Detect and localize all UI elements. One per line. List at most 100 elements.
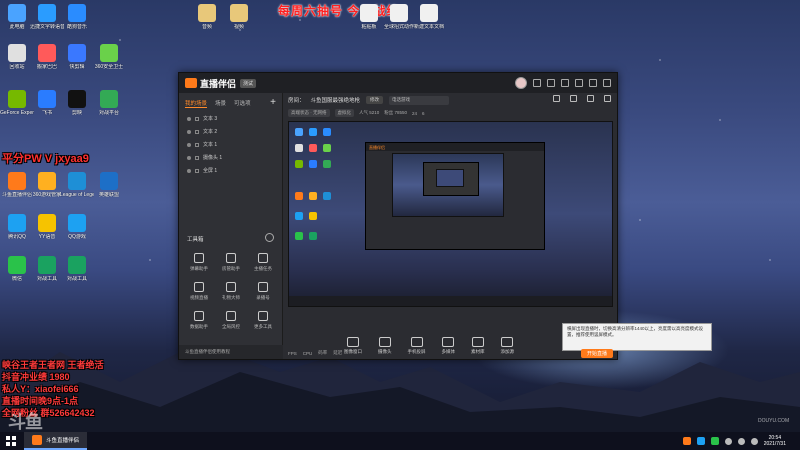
tray-app-icon[interactable] xyxy=(710,437,719,445)
tool-recording[interactable]: 录播号 xyxy=(247,282,279,301)
tray-app-icon[interactable] xyxy=(682,437,691,445)
desktop-icon-geforce[interactable]: GeForce Experience xyxy=(0,90,34,116)
layer-item[interactable]: 全屏 1 xyxy=(179,164,282,177)
desktop-icon-duizhan[interactable]: 对战平台 xyxy=(92,90,126,116)
desktop-icon-jianying[interactable]: 剪映 xyxy=(60,90,94,116)
gift-icon[interactable] xyxy=(570,95,577,102)
minimize-icon[interactable] xyxy=(575,79,583,87)
close-icon[interactable] xyxy=(603,79,611,87)
tool-room-admin[interactable]: 房管助手 xyxy=(215,253,247,272)
desktop-icon-league[interactable]: League of Legends xyxy=(60,172,94,198)
tray-app-icon[interactable] xyxy=(696,437,705,445)
main-panel: 房间： 斗鱼国服最强绝地枪 修改 电话游戏 高端状态 · 无网络 虚拟化 人气 … xyxy=(284,93,712,359)
avatar[interactable] xyxy=(515,77,527,89)
eye-icon[interactable] xyxy=(187,116,191,121)
tab-options[interactable]: 可选项 xyxy=(234,99,251,108)
app-titlebar[interactable]: 直播伴侣 测试 xyxy=(179,73,617,93)
desktop-icon-wechat[interactable]: 微信 xyxy=(0,256,34,282)
tool-more[interactable]: 更多工具 xyxy=(247,311,279,330)
desktop-icon-qq-game[interactable]: QQ游戏 xyxy=(60,214,94,240)
start-live-button[interactable]: 开始直播 xyxy=(580,348,613,358)
preview-icon xyxy=(309,192,317,200)
desktop-icon-feishu[interactable]: 飞书 xyxy=(30,90,64,116)
toolbox-settings-icon[interactable] xyxy=(265,233,274,242)
desktop-file-clipboard[interactable]: 粘贴板 xyxy=(352,4,386,30)
eye-icon[interactable] xyxy=(187,155,191,160)
message-icon[interactable] xyxy=(547,79,555,87)
version-badge: 测试 xyxy=(240,78,257,88)
clock[interactable]: 20:54 2021/7/31 xyxy=(764,435,786,447)
desktop-file-moves[interactable]: 全球招式动作 xyxy=(382,4,416,30)
add-scene-icon[interactable]: + xyxy=(270,97,276,108)
tool-video-live[interactable]: 视频直播 xyxy=(183,282,215,301)
lock-icon[interactable] xyxy=(195,129,199,134)
desktop-icon-this-pc[interactable]: 此电脑 xyxy=(0,4,34,30)
desktop-icon-kuaijianji[interactable]: 快剪辑 xyxy=(60,44,94,70)
edit-room-button[interactable]: 修改 xyxy=(366,96,384,104)
tab-my-scene[interactable]: 我的场景 xyxy=(185,99,208,108)
nested-preview xyxy=(392,153,504,217)
tab-scene[interactable]: 场景 xyxy=(215,99,226,108)
lock-icon[interactable] xyxy=(195,142,199,147)
plus-icon xyxy=(501,337,514,347)
eye-icon[interactable] xyxy=(187,168,191,173)
eye-icon[interactable] xyxy=(187,142,191,147)
desktop-file-audio[interactable]: 音频 xyxy=(190,4,224,30)
skin-icon[interactable] xyxy=(533,79,541,87)
tool-risk-control[interactable]: 全局风控 xyxy=(215,311,247,330)
desktop-icon-lol-cn[interactable]: 英雄联盟 xyxy=(92,172,126,198)
desktop-icon-banjia[interactable]: 搬家巴巴 xyxy=(30,44,64,70)
app-name: 直播伴侣 xyxy=(200,78,237,89)
desktop-file-newtext[interactable]: 新建文本文档 xyxy=(412,4,446,30)
desktop-icon-yy[interactable]: YY语音 xyxy=(30,214,64,240)
tool-tasks[interactable]: 主播任务 xyxy=(247,253,279,272)
desktop-icon-douyu-companion[interactable]: 斗鱼直播伴侣 xyxy=(0,172,34,198)
tool-gift[interactable]: 礼物大师 xyxy=(215,282,247,301)
preview-taskbar xyxy=(289,296,612,306)
preview-icon xyxy=(295,232,303,240)
layer-item[interactable]: 文本 1 xyxy=(179,138,282,151)
desktop-file-video[interactable]: 视频 xyxy=(222,4,256,30)
desktop-icon-recycle-bin[interactable]: 回收站 xyxy=(0,44,34,70)
douyu-watermark: 斗鱼 xyxy=(8,412,43,432)
taskbar-app-douyu[interactable]: 斗鱼直播伴侣 xyxy=(24,432,88,450)
library-icon xyxy=(471,337,484,347)
app-icon xyxy=(38,90,56,108)
lock-icon[interactable] xyxy=(195,116,199,121)
maximize-icon[interactable] xyxy=(589,79,597,87)
stream-preview[interactable]: 直播伴侣 xyxy=(288,121,613,307)
lock-icon[interactable] xyxy=(195,168,199,173)
desktop-icon-qq[interactable]: 腾讯QQ xyxy=(0,214,34,240)
folder-icon xyxy=(198,4,216,22)
lock-icon[interactable] xyxy=(195,155,199,160)
wechat-icon xyxy=(8,256,26,274)
layer-item[interactable]: 文本 3 xyxy=(179,112,282,125)
tool-danmaku[interactable]: 弹幕助手 xyxy=(183,253,215,272)
layer-item[interactable]: 摄像头 1 xyxy=(179,151,282,164)
eye-icon[interactable] xyxy=(187,129,191,134)
document-icon xyxy=(390,4,408,22)
streaming-app-window[interactable]: 直播伴侣 测试 我的场景 场景 可选项 + 文本 3 文本 2 文本 1 摄像头… xyxy=(178,72,712,360)
settings-icon[interactable] xyxy=(587,95,594,102)
desktop-icon-tts[interactable]: 迅捷文字转语音 xyxy=(30,4,64,30)
category-field[interactable]: 电话游戏 xyxy=(389,95,450,105)
desktop-icon-tool-a[interactable]: 对战工具 xyxy=(30,256,64,282)
lock-icon[interactable] xyxy=(553,95,560,102)
volume-icon[interactable] xyxy=(750,437,758,445)
fps-label: FPS xyxy=(288,350,297,356)
desktop-icon-kugou[interactable]: 酷狗音乐 xyxy=(60,4,94,30)
network-icon[interactable] xyxy=(737,437,745,445)
share-icon[interactable] xyxy=(604,95,611,102)
chevron-up-icon[interactable] xyxy=(724,437,732,445)
layer-item[interactable]: 文本 2 xyxy=(179,125,282,138)
tool-data[interactable]: 数据助手 xyxy=(183,311,215,330)
virtualization-status[interactable]: 虚拟化 xyxy=(334,109,354,117)
recycle-bin-icon xyxy=(8,44,26,62)
desktop-icon-360-game[interactable]: 360游戏管家 xyxy=(30,172,64,198)
tutorial-link[interactable]: 斗鱼直播伴侣使用教程 xyxy=(179,345,283,359)
network-status[interactable]: 高端状态 · 无网络 xyxy=(288,109,330,117)
desktop-icon-360-security[interactable]: 360安全卫士 xyxy=(92,44,126,70)
windows-start-icon[interactable] xyxy=(6,436,16,446)
desktop-icon-tool-b[interactable]: 对战工具 xyxy=(60,256,94,282)
settings-icon[interactable] xyxy=(561,79,569,87)
